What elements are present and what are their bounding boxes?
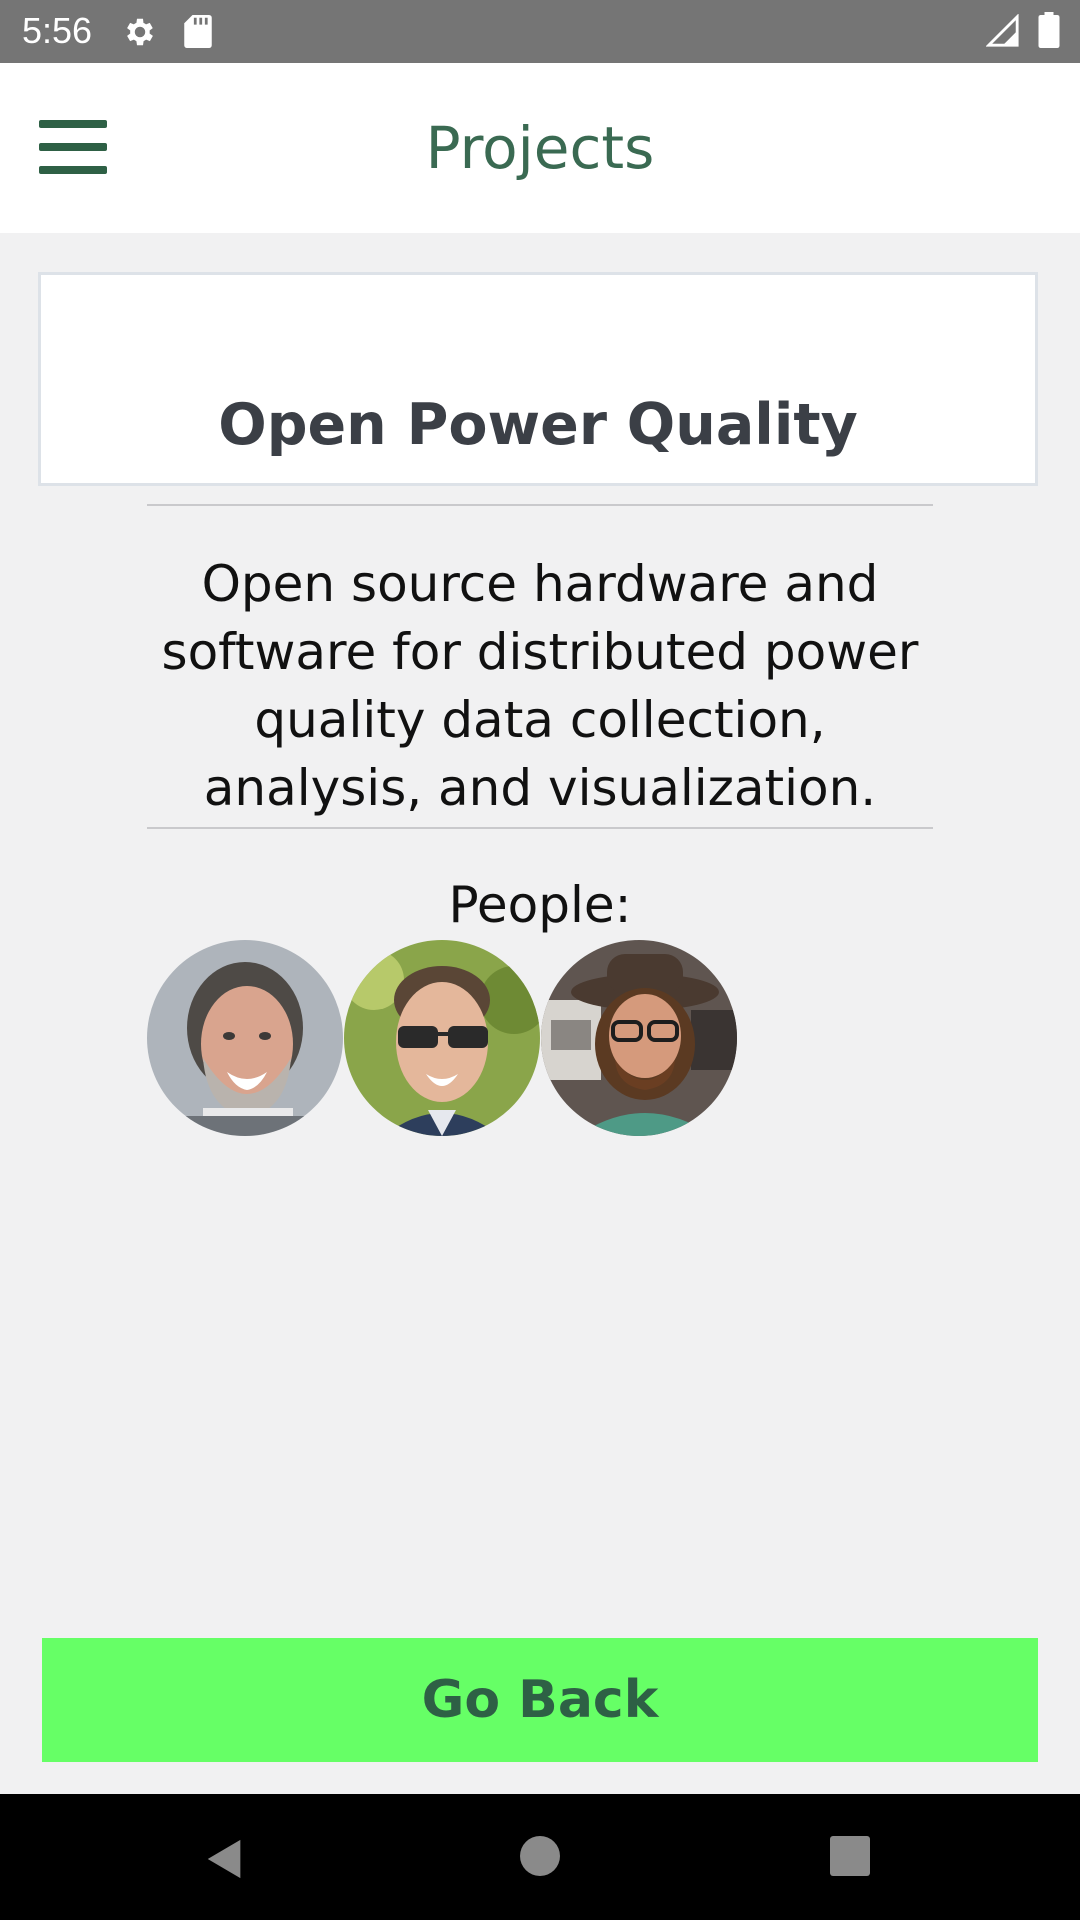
project-title: Open Power Quality <box>218 392 858 458</box>
app-bar: Projects <box>0 63 1080 233</box>
recents-icon[interactable] <box>830 1836 870 1876</box>
page-title: Projects <box>425 114 655 182</box>
people-avatars <box>147 940 738 1136</box>
status-time: 5:56 <box>22 10 93 51</box>
signal-icon <box>986 14 1019 47</box>
person-3-avatar[interactable] <box>541 940 737 1136</box>
divider <box>147 827 933 829</box>
person-2-avatar[interactable] <box>344 940 540 1136</box>
person-1-avatar[interactable] <box>147 940 343 1136</box>
sd-card-icon <box>184 15 212 48</box>
gear-icon <box>127 18 153 46</box>
back-icon[interactable] <box>202 1836 248 1882</box>
status-bar: 5:56 <box>0 0 1080 63</box>
divider <box>147 504 933 506</box>
project-title-card: Open Power Quality <box>38 272 1038 486</box>
battery-icon <box>1038 12 1060 48</box>
people-label: People: <box>448 876 632 934</box>
go-back-button[interactable]: Go Back <box>42 1638 1038 1762</box>
screen: 5:56 Projects Open Power Quality Open so… <box>0 0 1080 1920</box>
home-icon[interactable] <box>520 1836 560 1876</box>
project-description: Open source hardware and software for di… <box>161 555 919 817</box>
navigation-bar <box>0 1794 1080 1920</box>
